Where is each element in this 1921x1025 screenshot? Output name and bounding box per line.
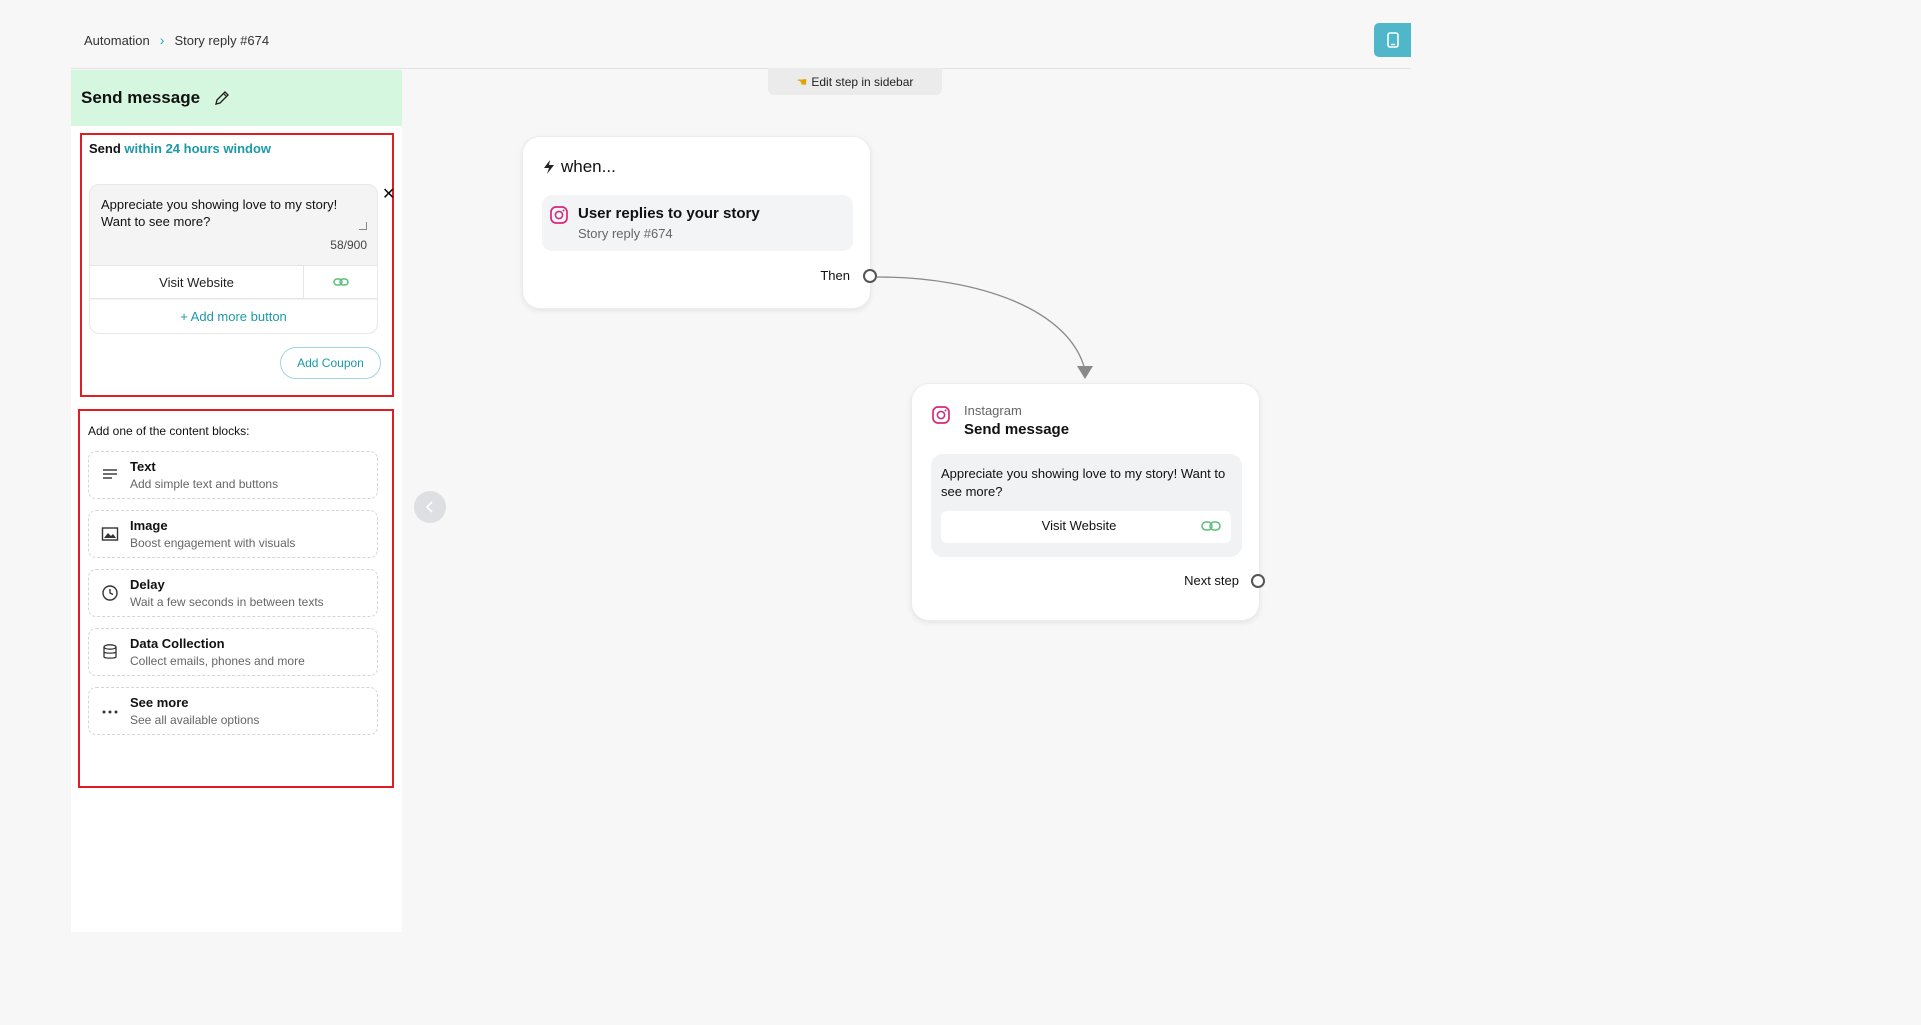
trigger-output-port[interactable] (863, 269, 877, 283)
node-title: Send message (964, 421, 1070, 438)
edit-hint: ☚ Edit step in sidebar (768, 68, 942, 95)
then-label: Then (820, 268, 850, 283)
block-image[interactable]: Image Boost engagement with visuals (88, 510, 378, 558)
block-desc: Add simple text and buttons (130, 477, 279, 491)
block-desc: Wait a few seconds in between texts (130, 595, 324, 609)
clock-icon (102, 585, 118, 601)
trigger-title: User replies to your story (578, 205, 760, 222)
trigger-node[interactable]: when... User replies to your story Story… (522, 136, 871, 309)
edit-hint-text: Edit step in sidebar (811, 74, 914, 89)
instagram-icon (550, 206, 568, 224)
next-step-port[interactable] (1251, 574, 1265, 588)
link-icon[interactable] (304, 266, 377, 298)
block-desc: See all available options (130, 713, 260, 727)
breadcrumb-current: Story reply #674 (174, 32, 270, 48)
block-title: Data Collection (130, 636, 225, 651)
block-desc: Collect emails, phones and more (130, 654, 305, 668)
block-title: Delay (130, 577, 165, 592)
send-message-node[interactable]: Instagram Send message Appreciate you sh… (911, 383, 1260, 621)
visit-website-preview-button[interactable]: Visit Website (941, 511, 1231, 543)
message-textarea[interactable]: Appreciate you showing love to my story!… (101, 196, 366, 230)
chevron-left-icon (425, 501, 433, 513)
send-window-link[interactable]: within 24 hours window (124, 141, 271, 156)
blocks-title: Add one of the content blocks: (88, 424, 250, 438)
send-prefix: Send (89, 141, 121, 156)
phone-icon (1386, 32, 1399, 48)
pencil-icon[interactable] (214, 90, 230, 106)
trigger-heading-text: when... (561, 157, 616, 176)
block-desc: Boost engagement with visuals (130, 536, 296, 550)
mobile-preview-button[interactable] (1374, 23, 1411, 57)
text-lines-icon (103, 469, 117, 479)
pointing-hand-icon: ☚ (796, 74, 808, 89)
add-coupon-button[interactable]: Add Coupon (280, 347, 381, 379)
trigger-subtitle: Story reply #674 (578, 226, 673, 241)
send-window-label: Send within 24 hours window (89, 141, 271, 156)
block-data-collection[interactable]: Data Collection Collect emails, phones a… (88, 628, 378, 676)
resize-handle[interactable] (359, 222, 367, 230)
breadcrumb: Automation › Story reply #674 (84, 32, 269, 48)
preview-button-label: Visit Website (1041, 518, 1117, 533)
block-title: Image (130, 518, 168, 533)
instagram-icon (932, 406, 950, 424)
block-title: Text (130, 459, 156, 474)
image-icon (101, 527, 119, 541)
lightning-icon (544, 160, 554, 174)
block-see-more[interactable]: See more See all available options (88, 687, 378, 735)
sidebar-title: Send message (81, 88, 201, 107)
block-title: See more (130, 695, 189, 710)
trigger-card[interactable]: User replies to your story Story reply #… (542, 195, 853, 251)
add-more-button[interactable]: + Add more button (90, 300, 377, 333)
char-counter: 58/900 (330, 238, 367, 252)
step-sidebar: Send message Send within 24 hours window… (71, 70, 402, 932)
message-card: Appreciate you showing love to my story!… (89, 184, 378, 334)
message-editor-section: Send within 24 hours window Appreciate y… (80, 133, 395, 397)
sidebar-header: Send message (71, 70, 402, 126)
link-icon (1201, 521, 1221, 531)
block-delay[interactable]: Delay Wait a few seconds in between text… (88, 569, 378, 617)
breadcrumb-root[interactable]: Automation (84, 33, 150, 48)
close-icon[interactable]: ✕ (382, 187, 395, 203)
more-dots-icon (102, 710, 118, 714)
trigger-heading: when... (543, 157, 616, 177)
next-step-label: Next step (1184, 573, 1239, 588)
chevron-right-icon: › (159, 32, 165, 48)
message-preview: Appreciate you showing love to my story!… (941, 466, 1226, 499)
node-source: Instagram (964, 403, 1022, 418)
message-button-row: Visit Website (90, 265, 377, 299)
collapse-sidebar-button[interactable] (414, 491, 446, 523)
content-blocks-section: Add one of the content blocks: Text Add … (78, 409, 394, 788)
visit-website-button[interactable]: Visit Website (90, 266, 304, 298)
database-icon (103, 644, 117, 659)
message-bubble: Appreciate you showing love to my story!… (931, 454, 1242, 557)
top-bar: Automation › Story reply #674 (71, 0, 1411, 69)
block-text[interactable]: Text Add simple text and buttons (88, 451, 378, 499)
